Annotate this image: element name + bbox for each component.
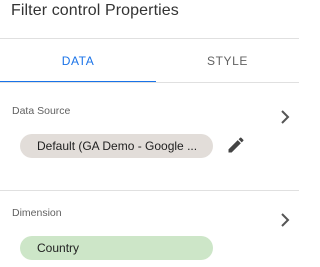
chevron-right-icon[interactable] xyxy=(279,212,291,228)
tabs-divider xyxy=(0,82,299,83)
filter-control-properties-panel: Filter control Properties DATA STYLE Dat… xyxy=(0,0,299,267)
section-divider xyxy=(0,190,299,191)
panel-title: Filter control Properties xyxy=(11,2,179,19)
pencil-icon[interactable] xyxy=(226,135,246,155)
dimension-chip[interactable]: Country xyxy=(20,236,213,260)
tab-style[interactable]: STYLE xyxy=(156,39,299,82)
chevron-right-icon[interactable] xyxy=(279,109,291,125)
dimension-label: Dimension xyxy=(12,207,62,219)
tab-data[interactable]: DATA xyxy=(0,39,156,82)
data-source-label: Data Source xyxy=(12,105,71,117)
data-source-chip[interactable]: Default (GA Demo - Google ... xyxy=(20,134,213,158)
